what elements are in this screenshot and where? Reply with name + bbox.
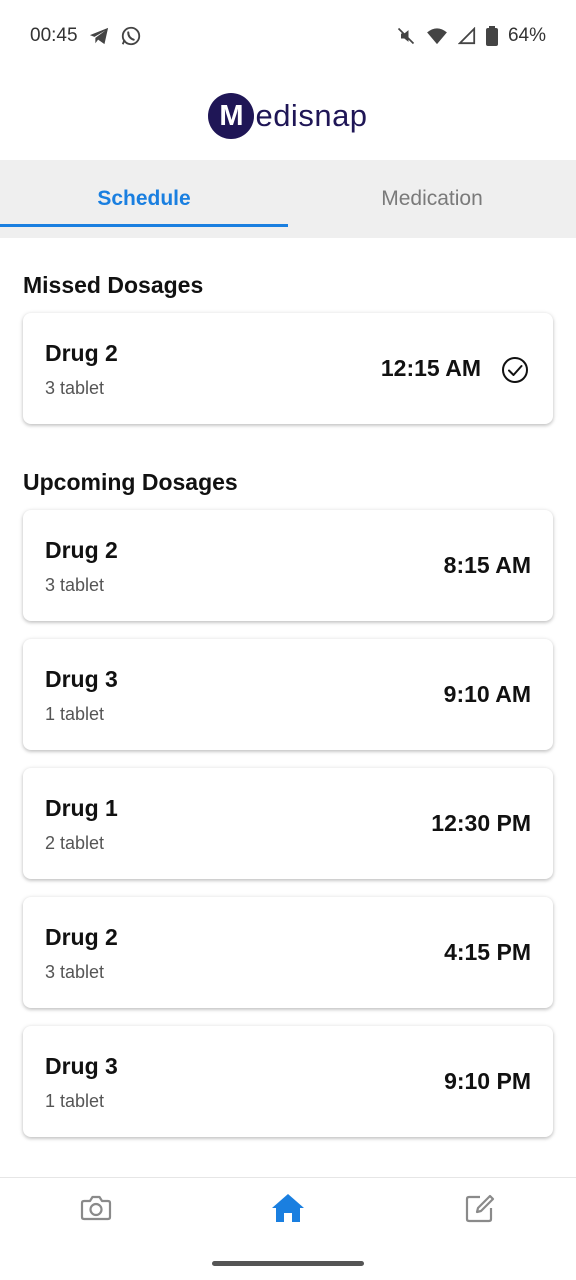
whatsapp-icon xyxy=(120,25,142,47)
upcoming-dose-card[interactable]: Drug 2 3 tablet 8:15 AM xyxy=(23,510,553,621)
drug-name: Drug 1 xyxy=(45,795,118,821)
battery-level: 64% xyxy=(507,25,546,46)
logo-text: edisnap xyxy=(255,98,368,133)
upcoming-dose-card[interactable]: Drug 2 3 tablet 4:15 PM xyxy=(23,897,553,1008)
dose-time: 9:10 PM xyxy=(444,1068,531,1094)
upcoming-dose-card[interactable]: Drug 3 1 tablet 9:10 AM xyxy=(23,639,553,750)
missed-dose-card[interactable]: Drug 2 3 tablet 12:15 AM xyxy=(23,313,553,424)
drug-dose: 1 tablet xyxy=(45,704,105,724)
home-indicator[interactable] xyxy=(212,1261,364,1266)
dose-time: 4:15 PM xyxy=(444,939,531,965)
clock: 00:45 xyxy=(30,25,78,46)
wifi-icon xyxy=(426,27,448,45)
camera-icon xyxy=(80,1195,112,1220)
dose-time: 12:30 PM xyxy=(431,810,531,836)
telegram-icon xyxy=(88,26,110,46)
app-logo: M edisnap xyxy=(208,93,367,139)
mute-icon xyxy=(396,26,416,46)
nav-edit[interactable] xyxy=(384,1178,576,1237)
drug-name: Drug 3 xyxy=(45,1053,118,1079)
tab-bar: Schedule Medication xyxy=(0,160,576,238)
edit-icon xyxy=(465,1194,495,1222)
check-circle-icon[interactable] xyxy=(501,356,529,384)
app-header: M edisnap xyxy=(0,72,576,160)
drug-dose: 2 tablet xyxy=(45,833,105,853)
tab-medication[interactable]: Medication xyxy=(288,160,576,238)
bottom-nav xyxy=(0,1177,576,1237)
tab-schedule[interactable]: Schedule xyxy=(0,160,288,238)
status-left: 00:45 xyxy=(30,25,142,47)
drug-dose: 3 tablet xyxy=(45,378,105,398)
drug-dose: 3 tablet xyxy=(45,575,105,595)
status-bar: 00:45 64% xyxy=(0,0,576,72)
logo-badge: M xyxy=(208,93,255,139)
battery-icon xyxy=(485,26,498,46)
nav-camera[interactable] xyxy=(0,1178,192,1237)
upcoming-section-title: Upcoming Dosages xyxy=(23,469,238,495)
drug-name: Drug 3 xyxy=(45,666,118,692)
dose-time: 8:15 AM xyxy=(443,552,531,578)
dose-time: 9:10 AM xyxy=(443,681,531,707)
upcoming-dose-card[interactable]: Drug 3 1 tablet 9:10 PM xyxy=(23,1026,553,1137)
drug-dose: 3 tablet xyxy=(45,962,105,982)
drug-name: Drug 2 xyxy=(45,340,118,366)
status-right: 64% xyxy=(396,25,546,47)
upcoming-dose-card[interactable]: Drug 1 2 tablet 12:30 PM xyxy=(23,768,553,879)
drug-dose: 1 tablet xyxy=(45,1091,105,1111)
missed-section-title: Missed Dosages xyxy=(23,272,204,298)
nav-home[interactable] xyxy=(192,1178,384,1237)
signal-icon xyxy=(457,27,476,45)
dose-time: 12:15 AM xyxy=(380,355,481,381)
drug-name: Drug 2 xyxy=(45,537,118,563)
home-icon xyxy=(272,1193,304,1222)
drug-name: Drug 2 xyxy=(45,924,118,950)
